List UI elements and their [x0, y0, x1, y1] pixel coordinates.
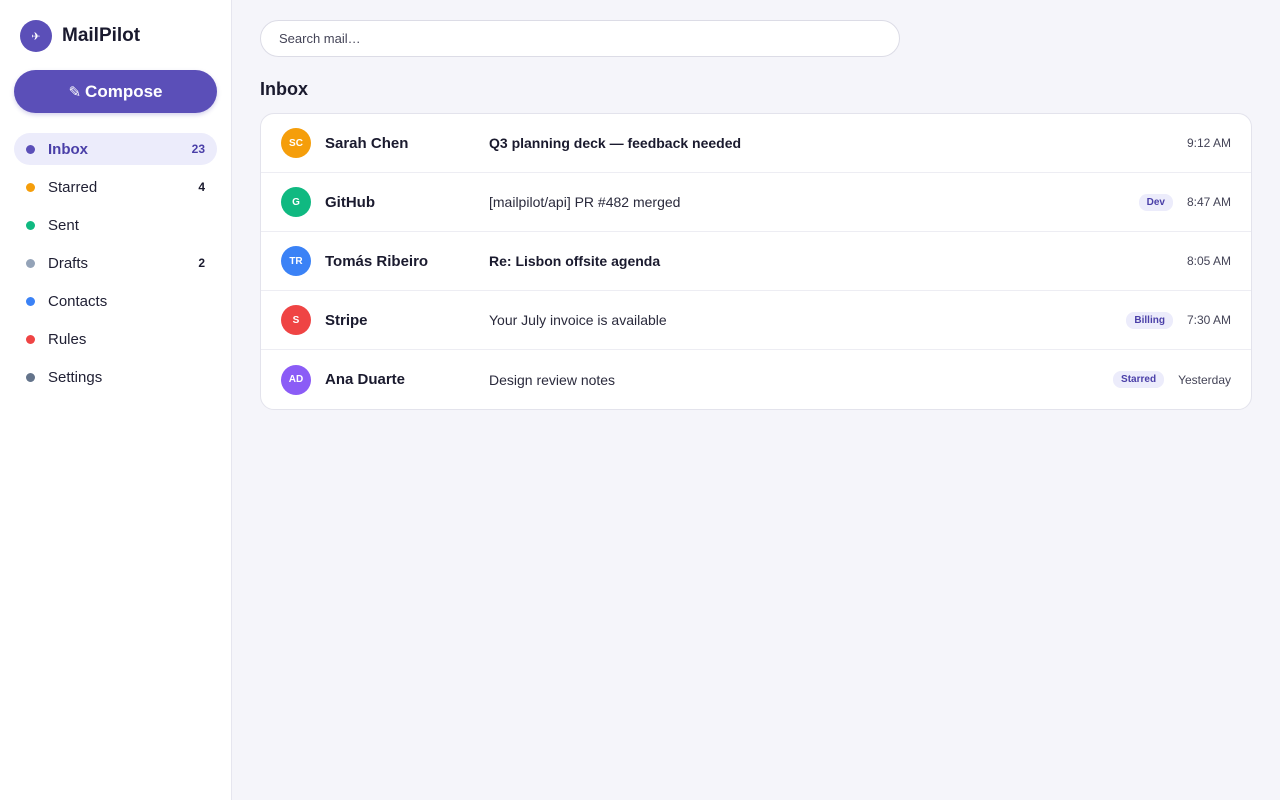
message-subject: Design review notes — [489, 371, 616, 388]
sidebar-item-count: 23 — [191, 142, 205, 156]
sidebar-item-label: Contacts — [48, 292, 108, 310]
avatar: AD — [281, 364, 311, 395]
message-label-badge: Billing — [1126, 311, 1173, 329]
sidebar-item-count: 4 — [198, 180, 205, 194]
avatar: S — [281, 305, 311, 335]
message-row[interactable]: TR Tomás Ribeiro Re: Lisbon offsite agenda… — [261, 232, 1251, 291]
search-input[interactable] — [260, 20, 900, 57]
sidebar-item-rules[interactable]: Rules — [14, 323, 217, 355]
message-time: Yesterday — [1178, 372, 1231, 387]
sidebar-item-count: 2 — [198, 256, 205, 270]
message-time: 8:47 AM — [1186, 195, 1231, 209]
message-time: 8:05 AM — [1186, 254, 1231, 268]
message-label-badge: Starred — [1113, 371, 1165, 388]
pencil-icon: ✎ — [68, 83, 82, 101]
message-sender: GitHub — [325, 193, 375, 211]
compose-label: Compose — [85, 81, 163, 101]
message-row[interactable]: AD Ana Duarte Design review notes Starred Ye… — [261, 350, 1251, 409]
sidebar-item-inbox[interactable]: Inbox 23 — [14, 133, 217, 165]
app-name: MailPilot — [62, 25, 141, 46]
avatar: SC — [281, 128, 311, 158]
message-row[interactable]: SC Sarah Chen Q3 planning deck — feedback … — [261, 114, 1251, 173]
sidebar-item-label: Inbox — [48, 140, 88, 158]
status-dot-icon — [26, 144, 35, 154]
page-title: Inbox — [260, 79, 308, 99]
status-dot-icon — [26, 372, 35, 382]
compose-button[interactable]: ✎ Compose — [14, 70, 217, 113]
main-content: Inbox SC Sarah Chen Q3 planning deck — fee… — [232, 0, 1280, 800]
message-sender: Sarah Chen — [325, 134, 409, 152]
sidebar-item-label: Drafts — [48, 254, 89, 272]
message-sender: Tomás Ribeiro — [325, 252, 429, 270]
message-subject: Q3 planning deck — feedback needed — [489, 135, 742, 151]
sidebar-item-settings[interactable]: Settings — [14, 361, 217, 393]
sidebar-item-label: Settings — [48, 368, 103, 386]
sidebar-item-drafts[interactable]: Drafts 2 — [14, 247, 217, 279]
avatar: G — [281, 187, 311, 217]
sidebar-item-starred[interactable]: Starred 4 — [14, 171, 217, 203]
status-dot-icon — [26, 220, 35, 230]
sidebar-item-contacts[interactable]: Contacts — [14, 285, 217, 317]
message-subject: Re: Lisbon offsite agenda — [489, 253, 661, 269]
status-dot-icon — [26, 258, 35, 268]
message-label-badge: Dev — [1138, 193, 1173, 211]
sidebar-item-label: Starred — [48, 178, 98, 196]
message-sender: Stripe — [325, 311, 368, 329]
message-subject: Your July invoice is available — [489, 312, 667, 328]
brand: ✈ MailPilot — [20, 20, 217, 52]
sidebar-item-label: Rules — [48, 330, 87, 348]
message-time: 9:12 AM — [1186, 136, 1231, 150]
sidebar-item-sent[interactable]: Sent — [14, 209, 217, 241]
sidebar: ✈ MailPilot ✎ Compose Inbox 23 Starred 4 Sen… — [0, 0, 232, 800]
message-subject: [mailpilot/api] PR #482 merged — [489, 194, 681, 210]
message-row[interactable]: G GitHub [mailpilot/api] PR #482 merged Dev… — [261, 173, 1251, 232]
message-list: SC Sarah Chen Q3 planning deck — feedback … — [260, 113, 1252, 410]
message-row[interactable]: S Stripe Your July invoice is available Bil… — [261, 291, 1251, 350]
status-dot-icon — [26, 182, 35, 192]
message-time: 7:30 AM — [1186, 313, 1231, 327]
paper-plane-icon: ✈ — [20, 20, 52, 52]
status-dot-icon — [26, 296, 35, 306]
app-root: ✈ MailPilot ✎ Compose Inbox 23 Starred 4 Sen… — [0, 0, 1280, 800]
status-dot-icon — [26, 334, 35, 344]
avatar: TR — [281, 246, 311, 276]
sidebar-item-label: Sent — [48, 216, 79, 234]
message-sender: Ana Duarte — [325, 371, 406, 388]
sidebar-nav: Inbox 23 Starred 4 Sent Drafts 2 Contacts Rules S… — [14, 133, 217, 393]
